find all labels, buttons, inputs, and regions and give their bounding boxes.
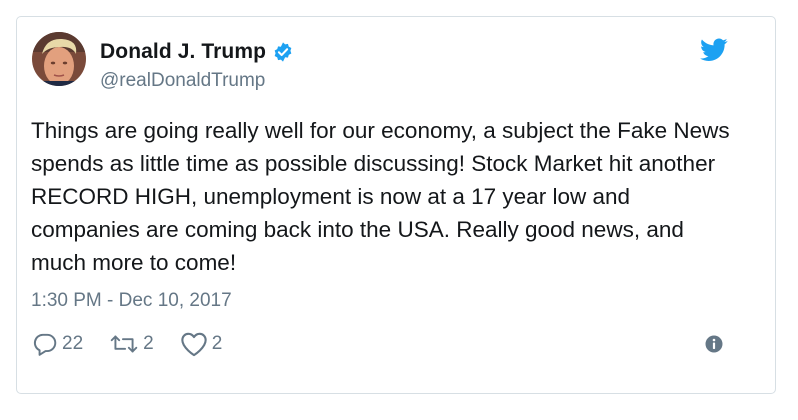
verified-badge-icon — [272, 41, 294, 63]
author-avatar[interactable] — [32, 32, 86, 86]
avatar-image — [32, 32, 86, 86]
heart-icon — [180, 331, 208, 357]
reply-count: 22 — [62, 333, 84, 354]
author-name-row: Donald J. Trump — [100, 38, 294, 66]
info-circle-icon[interactable] — [705, 335, 723, 353]
tweet-text: Things are going really well for our eco… — [31, 118, 730, 275]
tweet-timestamp[interactable]: 1:30 PM - Dec 10, 2017 — [31, 290, 232, 312]
reply-button[interactable]: 22 — [32, 331, 83, 357]
tweet-actions: 22 2 2 — [32, 330, 222, 358]
twitter-bird-icon[interactable] — [700, 38, 728, 62]
like-button[interactable]: 2 — [180, 331, 223, 357]
retweet-arrows-icon — [109, 331, 139, 357]
retweet-count: 2 — [143, 333, 154, 354]
author-handle[interactable]: @realDonaldTrump — [100, 70, 265, 92]
retweet-button[interactable]: 2 — [109, 331, 154, 357]
author-display-name[interactable]: Donald J. Trump — [100, 40, 266, 64]
reply-bubble-icon — [32, 331, 58, 357]
like-count: 2 — [211, 333, 223, 354]
